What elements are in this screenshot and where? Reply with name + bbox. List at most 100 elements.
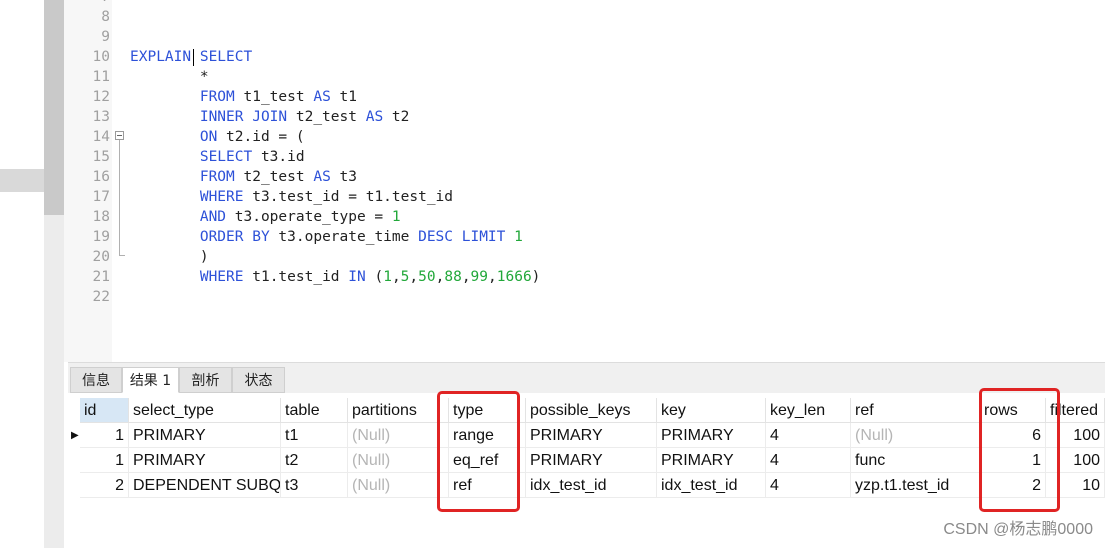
- sql-keyword: FROM: [130, 89, 235, 105]
- column-header-key[interactable]: key: [657, 398, 766, 423]
- code-line[interactable]: 11 *: [64, 67, 1105, 87]
- line-number: 17: [92, 189, 110, 205]
- code-line[interactable]: 22: [64, 287, 1105, 307]
- code-text: ON t2.id = (: [130, 127, 305, 147]
- table-cell-partitions[interactable]: (Null): [348, 423, 449, 448]
- sql-number: 1: [383, 269, 392, 285]
- table-cell-table[interactable]: t2: [281, 448, 348, 473]
- tab-status[interactable]: 状态: [232, 367, 285, 393]
- code-text: FROM t2_test AS t3: [130, 167, 357, 187]
- code-line[interactable]: 18 AND t3.operate_type = 1: [64, 207, 1105, 227]
- sql-text: t2: [383, 109, 410, 125]
- sql-keyword: DESC LIMIT: [418, 229, 506, 245]
- table-cell-ref[interactable]: yzp.t1.test_id: [851, 473, 980, 498]
- fold-toggle-icon[interactable]: [115, 131, 124, 140]
- code-line[interactable]: 8: [64, 7, 1105, 27]
- column-header-select-type[interactable]: select_type: [129, 398, 281, 423]
- table-cell-key[interactable]: PRIMARY: [657, 423, 766, 448]
- code-text: *: [130, 67, 209, 87]
- table-cell-table[interactable]: t3: [281, 473, 348, 498]
- table-cell-partitions[interactable]: (Null): [348, 448, 449, 473]
- tab-profile[interactable]: 剖析: [179, 367, 232, 393]
- tab-info[interactable]: 信息: [70, 367, 122, 393]
- sql-text: t2_test: [234, 169, 314, 185]
- table-cell-select-type[interactable]: PRIMARY: [129, 448, 281, 473]
- sql-keyword: AND: [130, 209, 227, 225]
- table-cell-key-len[interactable]: 4: [766, 448, 851, 473]
- code-line[interactable]: 13 INNER JOIN t2_test AS t2: [64, 107, 1105, 127]
- sql-keyword: WHERE: [130, 269, 244, 285]
- left-panel-selected-item[interactable]: [0, 169, 44, 192]
- line-number: 14: [92, 129, 110, 145]
- table-cell-id[interactable]: 1: [80, 448, 129, 473]
- sql-keyword: ORDER BY: [130, 229, 270, 245]
- table-cell-id[interactable]: 2: [80, 473, 129, 498]
- table-cell-possible-keys[interactable]: idx_test_id: [526, 473, 657, 498]
- code-line[interactable]: 17 WHERE t3.test_id = t1.test_id: [64, 187, 1105, 207]
- sql-keyword: INNER JOIN: [130, 109, 288, 125]
- line-number: 9: [101, 29, 110, 45]
- line-number: 11: [92, 69, 110, 85]
- table-cell-ref[interactable]: (Null): [851, 423, 980, 448]
- sql-text: t3.id: [252, 149, 305, 165]
- table-cell-possible-keys[interactable]: PRIMARY: [526, 448, 657, 473]
- current-row-indicator-icon: ▶: [71, 430, 79, 441]
- sql-text: ,: [409, 269, 419, 285]
- table-cell-select-type[interactable]: DEPENDENT SUBQUERY: [129, 473, 281, 498]
- sql-number: 1: [391, 209, 401, 225]
- sql-text: t3: [330, 169, 358, 185]
- table-cell-key[interactable]: idx_test_id: [657, 473, 766, 498]
- line-number: 8: [101, 9, 110, 25]
- code-line[interactable]: 12 FROM t1_test AS t1: [64, 87, 1105, 107]
- result-tab-bar: 信息 结果 1 剖析 状态: [68, 362, 1105, 394]
- line-number: 21: [92, 269, 110, 285]
- sql-text: (: [365, 269, 384, 285]
- text-cursor: [193, 49, 194, 66]
- column-header-table[interactable]: table: [281, 398, 348, 423]
- line-number: 13: [92, 109, 110, 125]
- code-line[interactable]: 21 WHERE t1.test_id IN (1,5,50,88,99,166…: [64, 267, 1105, 287]
- code-text: ORDER BY t3.operate_time DESC LIMIT 1: [130, 227, 523, 247]
- left-scrollbar-thumb[interactable]: [44, 0, 64, 215]
- code-line[interactable]: 9: [64, 27, 1105, 47]
- column-header-possible-keys[interactable]: possible_keys: [526, 398, 657, 423]
- line-number: 22: [92, 289, 110, 305]
- column-header-partitions[interactable]: partitions: [348, 398, 449, 423]
- code-line[interactable]: 20 ): [64, 247, 1105, 267]
- code-line[interactable]: 10 EXPLAIN SELECT: [64, 47, 1105, 67]
- table-cell-select-type[interactable]: PRIMARY: [129, 423, 281, 448]
- sql-text: t1.test_id: [243, 269, 349, 285]
- sql-text: ,: [391, 269, 401, 285]
- column-header-key-len[interactable]: key_len: [766, 398, 851, 423]
- table-cell-partitions[interactable]: (Null): [348, 473, 449, 498]
- table-cell-key[interactable]: PRIMARY: [657, 448, 766, 473]
- code-text: FROM t1_test AS t1: [130, 87, 357, 107]
- sql-text: t3.test_id = t1.test_id: [243, 189, 454, 205]
- table-cell-ref[interactable]: func: [851, 448, 980, 473]
- line-number: 16: [92, 169, 110, 185]
- code-line[interactable]: 7: [64, 0, 1105, 7]
- table-cell-key-len[interactable]: 4: [766, 473, 851, 498]
- left-scrollbar[interactable]: [44, 0, 64, 548]
- table-cell-table[interactable]: t1: [281, 423, 348, 448]
- code-text: AND t3.operate_type = 1: [130, 207, 401, 227]
- table-cell-key-len[interactable]: 4: [766, 423, 851, 448]
- sql-text: t2.id = (: [217, 129, 305, 145]
- fold-guide-end: [119, 255, 125, 256]
- sql-number: 1: [514, 229, 523, 245]
- code-line[interactable]: 19 ORDER BY t3.operate_time DESC LIMIT 1: [64, 227, 1105, 247]
- column-header-ref[interactable]: ref: [851, 398, 980, 423]
- rows-column-highlight: [979, 388, 1060, 512]
- sql-editor[interactable]: 78910EXPLAIN SELECT11 *12 FROM t1_test A…: [64, 0, 1105, 362]
- code-line[interactable]: 15 SELECT t3.id: [64, 147, 1105, 167]
- table-cell-possible-keys[interactable]: PRIMARY: [526, 423, 657, 448]
- sql-keyword: AS: [365, 109, 384, 125]
- code-text: INNER JOIN t2_test AS t2: [130, 107, 410, 127]
- code-text: WHERE t3.test_id = t1.test_id: [130, 187, 453, 207]
- code-text: WHERE t1.test_id IN (1,5,50,88,99,1666): [130, 267, 541, 287]
- code-line[interactable]: 16 FROM t2_test AS t3: [64, 167, 1105, 187]
- tab-result-1[interactable]: 结果 1: [122, 367, 179, 393]
- column-header-id[interactable]: id: [80, 398, 129, 423]
- table-cell-id[interactable]: 1: [80, 423, 129, 448]
- code-line[interactable]: 14 ON t2.id = (: [64, 127, 1105, 147]
